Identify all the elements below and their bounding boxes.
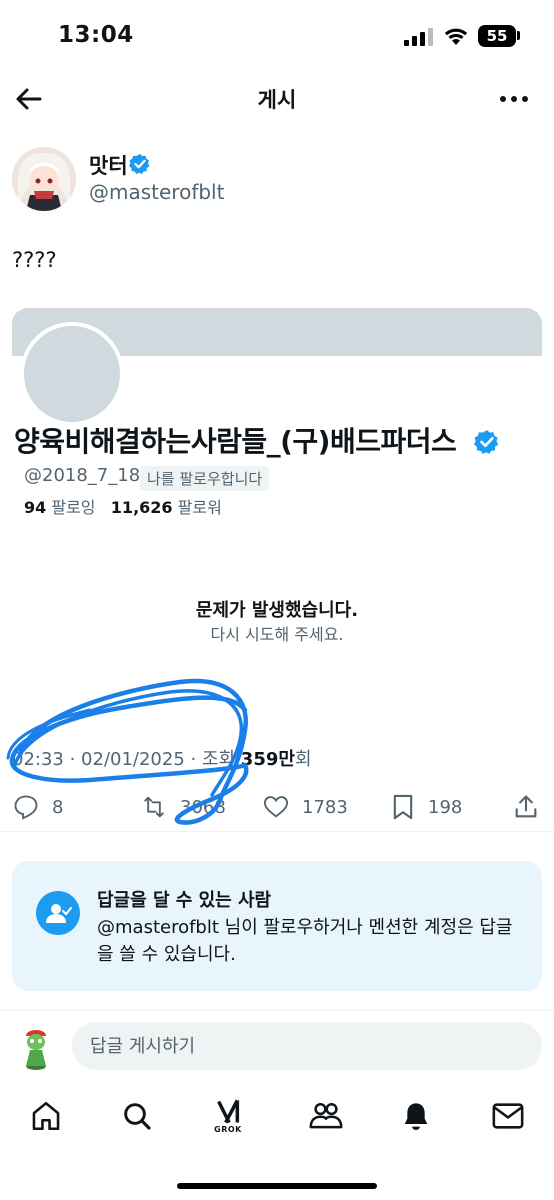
- followers-label[interactable]: 팔로워: [178, 498, 222, 517]
- share-icon: [515, 795, 537, 818]
- tab-notifications[interactable]: [396, 1096, 436, 1136]
- home-icon: [32, 1101, 60, 1131]
- author-name[interactable]: 맛터: [89, 150, 128, 180]
- reply-restriction-description: @masterofblt 님이 팔로우하거나 멘션한 계정은 답글을 쓸 수 있…: [97, 917, 513, 965]
- error-title: 문제가 발생했습니다.: [195, 600, 359, 621]
- reply-input[interactable]: [72, 1022, 542, 1070]
- mention-user-icon: [36, 891, 80, 935]
- author-handle[interactable]: @masterofblt: [89, 180, 224, 204]
- communities-icon: [309, 1102, 343, 1129]
- repost-icon: [144, 796, 164, 818]
- post-meta: 02:33 · 02/01/2025 · 조회 359만회: [12, 745, 312, 771]
- wifi-icon: [444, 28, 468, 45]
- reply-button[interactable]: 8: [12, 790, 63, 824]
- battery-tip: [517, 31, 520, 40]
- quoted-profile-stats: 94 팔로잉 11,626 팔로워: [24, 494, 222, 518]
- tab-messages[interactable]: [488, 1096, 528, 1136]
- bottom-tab-bar: GROK: [0, 1086, 554, 1156]
- post-text: ????: [12, 248, 57, 272]
- status-time: 13:04: [58, 22, 134, 48]
- quoted-profile-avatar[interactable]: [20, 322, 124, 426]
- cellular-signal-icon: [404, 28, 434, 46]
- home-indicator: [177, 1183, 377, 1189]
- following-label[interactable]: 팔로잉: [51, 498, 95, 517]
- author-avatar[interactable]: [12, 147, 76, 211]
- bell-icon: [404, 1103, 428, 1130]
- heart-icon: [263, 796, 289, 818]
- like-button[interactable]: 1783: [262, 790, 348, 824]
- mail-icon: [492, 1103, 524, 1129]
- share-button[interactable]: [512, 790, 552, 824]
- reply-restriction-notice: 답글을 달 수 있는 사람 @masterofblt 님이 팔로우하거나 멘션한…: [12, 861, 542, 991]
- post-actions: 8 3068 1783 198: [0, 784, 554, 832]
- bookmark-button[interactable]: 198: [390, 790, 462, 824]
- bookmark-count: 198: [428, 796, 463, 818]
- repost-button[interactable]: 3068: [140, 790, 226, 824]
- tab-search[interactable]: [117, 1096, 157, 1136]
- tab-communities[interactable]: [306, 1096, 346, 1136]
- nav-header: 게시: [0, 72, 554, 126]
- reply-icon: [14, 795, 38, 820]
- like-count: 1783: [302, 796, 348, 818]
- status-bar: 13:04 55: [0, 0, 554, 72]
- quoted-profile-handle: @2018_7_18: [24, 465, 141, 486]
- following-count[interactable]: 94: [24, 498, 46, 517]
- followers-count[interactable]: 11,626: [111, 498, 173, 517]
- quoted-profile-name[interactable]: 양육비해결하는사람들_(구)배드파더스: [14, 420, 457, 460]
- reply-restriction-title: 답글을 달 수 있는 사람: [97, 890, 272, 911]
- repost-count: 3068: [180, 796, 226, 818]
- my-avatar[interactable]: [12, 1022, 60, 1070]
- grok-label: GROK: [214, 1124, 242, 1134]
- more-horizontal-icon[interactable]: [496, 86, 532, 112]
- view-count: 359만: [240, 749, 295, 770]
- tab-grok[interactable]: GROK: [208, 1096, 248, 1136]
- verified-badge-icon: [474, 430, 499, 454]
- divider: [0, 1010, 554, 1011]
- view-suffix: 회: [294, 749, 312, 770]
- verified-badge-icon: [129, 153, 150, 175]
- grok-icon: [217, 1099, 240, 1123]
- search-icon: [124, 1103, 151, 1130]
- tab-home[interactable]: [26, 1096, 66, 1136]
- page-title: 게시: [257, 88, 297, 112]
- post-timestamp[interactable]: 02:33 · 02/01/2025 · 조회: [12, 749, 241, 770]
- bookmark-icon: [393, 794, 413, 820]
- retry-link[interactable]: 다시 시도해 주세요.: [0, 621, 554, 645]
- follows-you-badge: 나를 팔로우합니다: [140, 466, 270, 491]
- battery-icon: 55: [478, 25, 516, 47]
- reply-count: 8: [52, 796, 64, 818]
